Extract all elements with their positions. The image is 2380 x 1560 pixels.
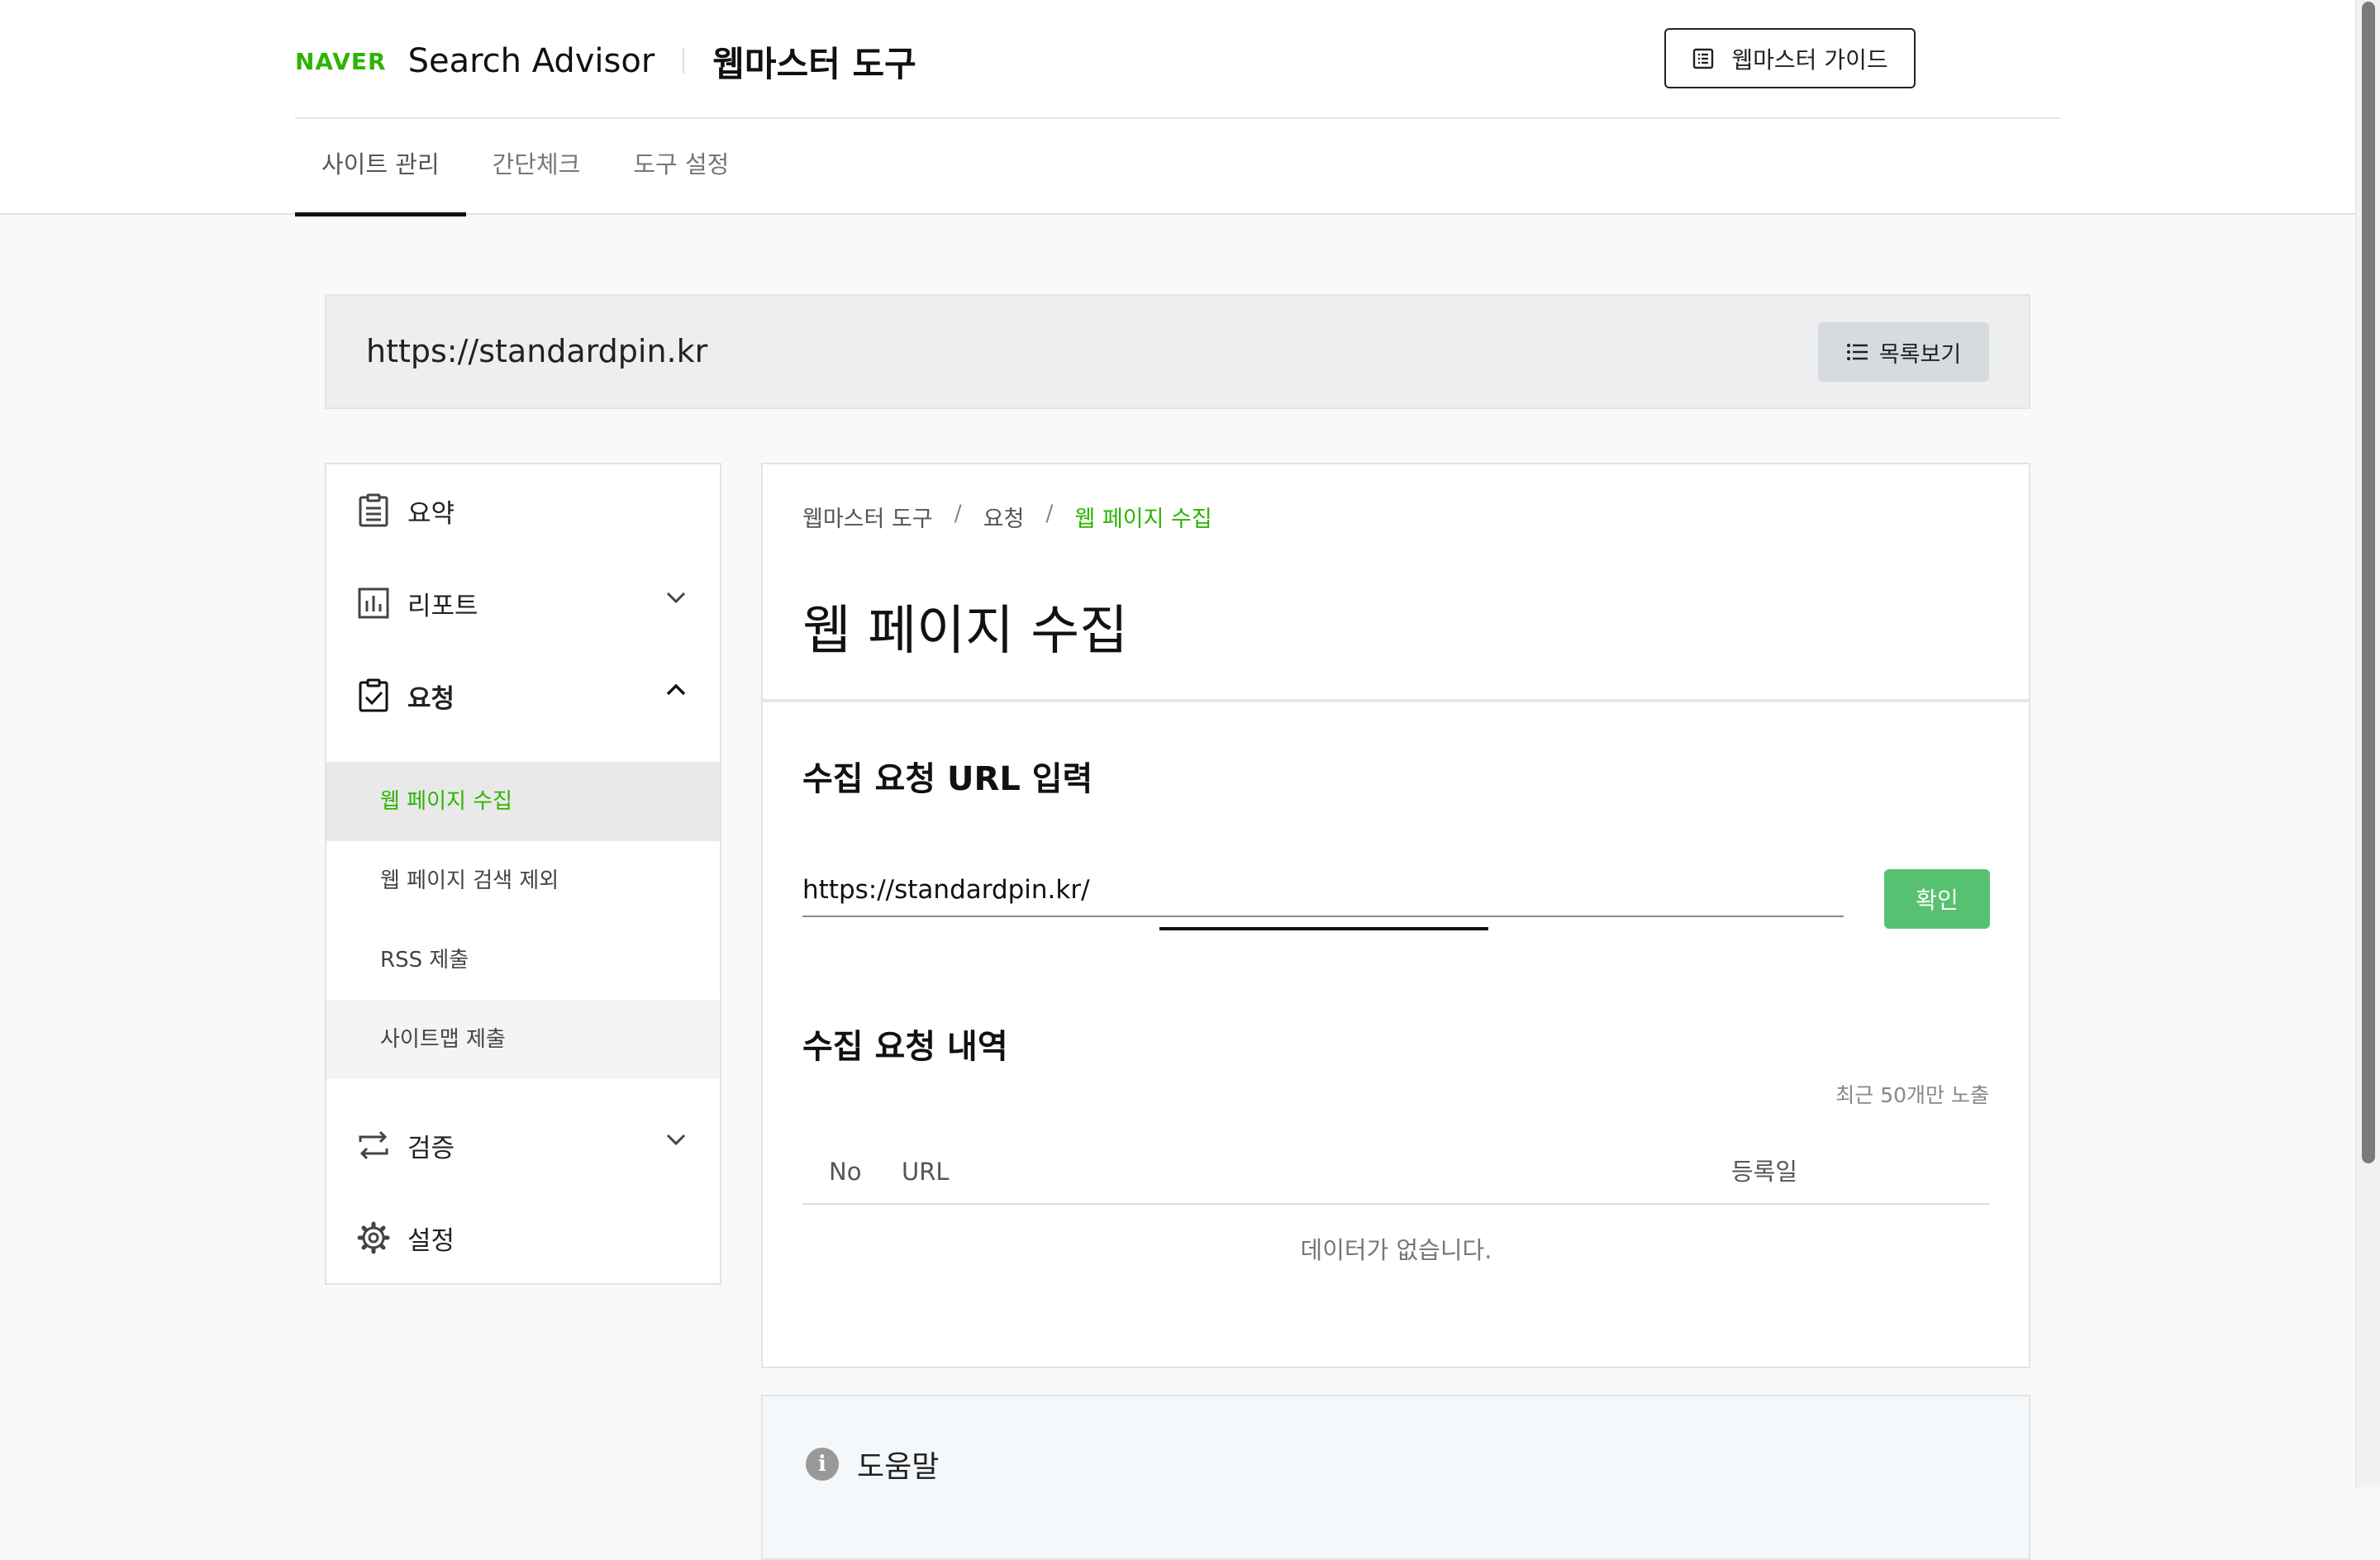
sidebar-item-verification[interactable]: 검증	[326, 1099, 720, 1191]
tab-tool-settings[interactable]: 도구 설정	[607, 119, 755, 215]
breadcrumb-item[interactable]: 요청	[983, 501, 1025, 533]
help-title: 도움말	[857, 1450, 940, 1484]
sidebar-item-label: 요청	[407, 683, 455, 714]
site-url: https://standardpin.kr	[366, 333, 708, 369]
guide-button-label: 웹마스터 가이드	[1731, 45, 1888, 74]
top-header: NAVER Search Advisor 웹마스터 도구 웹마스터 가이드 사이…	[0, 0, 2355, 216]
sidebar-item-label: 검증	[407, 1133, 455, 1163]
sidebar-item-summary[interactable]: 요약	[326, 464, 720, 557]
sidebar-subitem-web-page-collection[interactable]: 웹 페이지 수집	[326, 762, 720, 841]
sidebar: 요약 리포트 요청 웹 페이지 수집 웹 페이지 검색 제외 RSS 제출 사이…	[325, 463, 721, 1285]
breadcrumb-separator: /	[1045, 501, 1054, 526]
sidebar-item-label: 설정	[407, 1225, 455, 1256]
info-icon: i	[806, 1448, 839, 1481]
product-subtitle[interactable]: 웹마스터 도구	[712, 36, 916, 87]
document-icon	[1693, 48, 1714, 69]
sidebar-subitem-search-exclusion[interactable]: 웹 페이지 검색 제외	[326, 841, 720, 920]
product-name[interactable]: Search Advisor	[408, 42, 655, 80]
sidebar-item-label: 리포트	[407, 591, 478, 621]
confirm-button[interactable]: 확인	[1884, 869, 1990, 929]
page-scrollbar[interactable]	[2355, 0, 2380, 1487]
scrollbar-thumb[interactable]	[2362, 2, 2375, 1163]
chevron-down-icon[interactable]	[665, 590, 687, 605]
webmaster-guide-button[interactable]: 웹마스터 가이드	[1664, 28, 1916, 88]
sidebar-item-settings[interactable]: 설정	[326, 1191, 720, 1284]
breadcrumb-item[interactable]: 웹마스터 도구	[802, 501, 933, 533]
breadcrumb-separator: /	[954, 501, 962, 526]
sidebar-subitem-rss-submission[interactable]: RSS 제출	[326, 920, 720, 1000]
breadcrumb-current: 웹 페이지 수집	[1074, 507, 1212, 532]
repeat-arrows-icon	[356, 1128, 391, 1163]
main-tabs: 사이트 관리 간단체크 도구 설정	[295, 119, 755, 216]
sidebar-item-report[interactable]: 리포트	[326, 557, 720, 649]
column-header-no: No	[829, 1158, 862, 1186]
main-content-card: 웹마스터 도구 / 요청 / 웹 페이지 수집 웹 페이지 수집 수집 요청 U…	[761, 463, 2030, 1368]
site-bar: https://standardpin.kr 목록보기	[325, 294, 2030, 409]
empty-table-message: 데이터가 없습니다.	[1300, 1236, 1492, 1264]
logo-row[interactable]: NAVER Search Advisor 웹마스터 도구	[295, 33, 916, 89]
help-card: i 도움말	[761, 1395, 2030, 1560]
chevron-up-icon[interactable]	[665, 682, 687, 697]
title-divider	[683, 49, 685, 74]
header-inner: NAVER Search Advisor 웹마스터 도구 웹마스터 가이드 사이…	[295, 0, 2060, 216]
page-title: 웹 페이지 수집	[802, 601, 1128, 662]
bar-chart-icon	[356, 586, 391, 621]
tab-quick-check[interactable]: 간단체크	[466, 119, 607, 215]
help-header[interactable]: i 도움말	[806, 1443, 939, 1486]
list-button-label: 목록보기	[1878, 341, 1962, 368]
clipboard-list-icon	[356, 493, 391, 528]
sidebar-subitem-sitemap-submission[interactable]: 사이트맵 제출	[326, 1000, 720, 1079]
column-header-url: URL	[902, 1158, 950, 1186]
list-view-button[interactable]: 목록보기	[1818, 322, 1989, 382]
history-section-title: 수집 요청 내역	[802, 1028, 1008, 1066]
gear-icon	[356, 1220, 391, 1255]
history-note: 최근 50개만 노출	[1835, 1083, 1989, 1107]
url-input-section-title: 수집 요청 URL 입력	[802, 760, 1093, 798]
input-focus-indicator	[1159, 927, 1488, 930]
breadcrumb: 웹마스터 도구 / 요청 / 웹 페이지 수집	[802, 501, 1212, 533]
list-icon	[1846, 344, 1868, 360]
history-table-header: No URL 등록일	[802, 1139, 1990, 1205]
collection-url-input[interactable]	[802, 864, 1844, 917]
naver-logo[interactable]: NAVER	[295, 48, 387, 75]
clipboard-check-icon	[356, 678, 391, 713]
title-divider	[763, 699, 2029, 702]
column-header-date: 등록일	[1731, 1158, 1798, 1186]
sidebar-item-label: 요약	[407, 498, 455, 529]
tab-site-management[interactable]: 사이트 관리	[295, 119, 466, 216]
sidebar-item-request[interactable]: 요청	[326, 649, 720, 742]
chevron-down-icon[interactable]	[665, 1132, 687, 1147]
